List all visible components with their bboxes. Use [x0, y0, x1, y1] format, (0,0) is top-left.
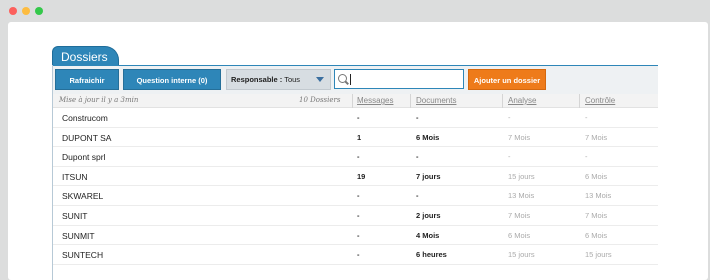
analyse-cell: 6 Mois: [508, 230, 531, 240]
title-bar: [0, 0, 710, 22]
chevron-down-icon: [316, 77, 324, 82]
table-row[interactable]: SUNMIT - 4 Mois 6 Mois 6 Mois: [53, 226, 658, 246]
analyse-cell: 7 Mois: [508, 210, 531, 220]
controle-cell: 7 Mois: [585, 132, 608, 142]
responsable-value: Tous: [284, 75, 301, 84]
column-divider: [410, 94, 411, 108]
dossier-name: SKWAREL: [62, 191, 104, 202]
analyse-cell: -: [508, 113, 511, 122]
app-window: Dossiers Rafraichir Question interne (0)…: [0, 0, 710, 280]
documents-cell: -: [416, 191, 419, 201]
documents-cell: -: [416, 113, 419, 122]
documents-cell: 2 jours: [416, 210, 441, 220]
column-header-controle[interactable]: Contrôle: [585, 96, 615, 105]
search-input[interactable]: [353, 72, 458, 86]
messages-cell: -: [357, 152, 360, 162]
last-update-text: Mise à jour il y a 3min: [59, 96, 139, 104]
documents-cell: 4 Mois: [416, 230, 440, 240]
messages-cell: 1: [357, 132, 362, 142]
column-header-documents[interactable]: Documents: [416, 96, 456, 105]
controle-cell: 6 Mois: [585, 171, 608, 181]
table-body: Construcom - - - - DUPONT SA 1 6 Mois 7 Mois 7 Mo…: [53, 108, 658, 265]
analyse-cell: 15 jours: [508, 171, 535, 181]
internal-question-button[interactable]: Question interne (0): [123, 69, 221, 90]
messages-cell: -: [357, 113, 360, 122]
table-row[interactable]: SKWAREL - - 13 Mois 13 Mois: [53, 186, 658, 206]
close-window-button[interactable]: [9, 7, 17, 15]
responsable-label: Responsable :: [231, 75, 283, 84]
messages-cell: 19: [357, 171, 366, 181]
dossier-name: SUNMIT: [62, 230, 95, 241]
dossier-name: SUNTECH: [62, 250, 104, 261]
documents-cell: 7 jours: [416, 171, 441, 181]
toolbar: Rafraichir Question interne (0) Responsa…: [53, 66, 658, 94]
table-row[interactable]: SUNTECH - 6 heures 15 jours 15 jours: [53, 245, 658, 265]
search-icon: [338, 74, 347, 83]
text-caret: [350, 74, 351, 85]
dossier-name: DUPONT SA: [62, 132, 112, 143]
column-divider: [579, 94, 580, 108]
table-row[interactable]: SUNIT - 2 jours 7 Mois 7 Mois: [53, 206, 658, 226]
analyse-cell: 13 Mois: [508, 191, 535, 201]
table-header: Mise à jour il y a 3min 10 Dossiers Mess…: [53, 94, 658, 108]
documents-cell: 6 heures: [416, 250, 447, 260]
minimize-window-button[interactable]: [22, 7, 30, 15]
analyse-cell: 7 Mois: [508, 132, 531, 142]
controle-cell: 13 Mois: [585, 191, 612, 201]
dossier-name: SUNIT: [62, 210, 88, 221]
table-row[interactable]: Dupont sprl - - - -: [53, 147, 658, 167]
responsable-select[interactable]: Responsable : Tous: [226, 69, 331, 90]
table-row[interactable]: Construcom - - - -: [53, 108, 658, 128]
dossier-name: ITSUN: [62, 171, 88, 182]
maximize-window-button[interactable]: [35, 7, 43, 15]
dossiers-tab[interactable]: Dossiers: [52, 46, 119, 66]
documents-cell: 6 Mois: [416, 132, 440, 142]
analyse-cell: 15 jours: [508, 250, 535, 260]
controle-cell: 6 Mois: [585, 230, 608, 240]
column-header-messages[interactable]: Messages: [357, 96, 393, 105]
controle-cell: -: [585, 152, 588, 162]
table-row[interactable]: DUPONT SA 1 6 Mois 7 Mois 7 Mois: [53, 128, 658, 148]
controle-cell: 15 jours: [585, 250, 612, 260]
page-content: Dossiers Rafraichir Question interne (0)…: [8, 22, 708, 280]
messages-cell: -: [357, 230, 360, 240]
search-box[interactable]: [334, 69, 464, 89]
dossier-count: 10 Dossiers: [299, 96, 341, 104]
dossier-name: Dupont sprl: [62, 152, 106, 163]
analyse-cell: -: [508, 152, 511, 162]
column-header-analyse[interactable]: Analyse: [508, 96, 536, 105]
dossiers-table: Mise à jour il y a 3min 10 Dossiers Mess…: [53, 94, 658, 265]
messages-cell: -: [357, 250, 360, 260]
messages-cell: -: [357, 191, 360, 201]
documents-cell: -: [416, 152, 419, 162]
add-dossier-button[interactable]: Ajouter un dossier: [468, 69, 546, 90]
dossier-name: Construcom: [62, 113, 108, 123]
refresh-button[interactable]: Rafraichir: [55, 69, 119, 90]
table-row[interactable]: ITSUN 19 7 jours 15 jours 6 Mois: [53, 167, 658, 187]
controle-cell: -: [585, 113, 588, 122]
column-divider: [502, 94, 503, 108]
controle-cell: 7 Mois: [585, 210, 608, 220]
column-divider: [352, 94, 353, 108]
messages-cell: -: [357, 210, 360, 220]
